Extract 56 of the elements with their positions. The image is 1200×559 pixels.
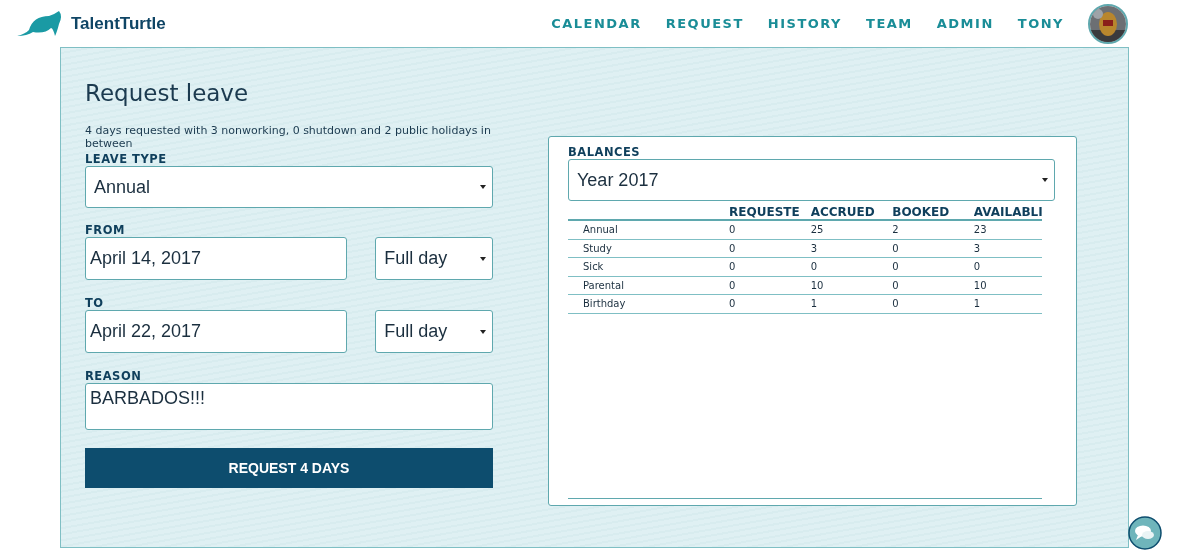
table-cell: 0 [729,276,811,295]
table-cell: 1 [973,294,1042,313]
field-label: REASON [85,369,143,383]
table-cell: 0 [892,294,974,313]
nav-link[interactable]: CALENDAR [551,16,642,31]
column-header: AVAILABLI [973,205,1042,220]
date-field[interactable]: April 22, 2017 [85,310,348,353]
table-cell: 3 [810,239,893,258]
field-label: TO [85,296,105,310]
year-select[interactable]: Year 2017 [568,159,1055,201]
table-cell: 3 [973,239,1042,258]
table-cell: 0 [892,276,974,295]
table-cell: Parental [568,276,730,295]
dropdown-caret-icon [480,185,486,189]
date-field[interactable]: April 14, 2017 [85,237,348,280]
nav-link[interactable]: TEAM [866,16,913,31]
column-header: REQUESTE [729,205,811,220]
table-cell: 1 [810,294,893,313]
table-cell: 0 [729,239,811,258]
table-cell: 0 [973,257,1042,276]
dropdown-caret-icon [480,329,486,334]
field-label: BALANCES [568,145,642,159]
table-cell: 25 [810,220,893,239]
table-cell: 23 [973,220,1042,239]
table-cell: 0 [892,257,974,276]
chat-icon[interactable] [1128,516,1162,550]
table-cell: 0 [810,257,893,276]
table-cell: 0 [729,220,811,239]
nav-link[interactable]: HISTORY [767,16,842,31]
column-header: BOOKED [892,205,974,220]
table-cell: Sick [568,257,730,276]
brand-name: TalentTurtle [71,13,166,34]
request-summary: 4 days requested with 3 nonworking, 0 shutdown and 2 public holidays in between [85,124,492,150]
table-cell: 2 [892,220,974,239]
duration-select[interactable]: Full day [375,310,493,353]
reason-field[interactable]: BARBADOS!!! [85,383,493,430]
table-cell: 0 [729,257,811,276]
nav-link[interactable]: TONY [1017,16,1064,31]
request-button[interactable]: REQUEST 4 DAYS [85,448,493,488]
field-label: LEAVE TYPE [85,152,168,166]
nav-link[interactable]: REQUEST [665,16,744,31]
nav-link[interactable]: ADMIN [936,16,994,31]
table-cell: Study [568,239,730,258]
table-cell: 0 [729,294,811,313]
page-title: Request leave [85,80,250,106]
field-label: FROM [85,223,126,237]
column-header: ACCRUED [810,205,893,220]
dropdown-caret-icon [480,256,486,261]
table-cell: Birthday [568,294,730,313]
dropdown-caret-icon [1042,178,1048,182]
table-cell: 10 [810,276,893,295]
table-cell: Annual [568,220,730,239]
duration-select[interactable]: Full day [375,237,493,280]
table-cell: 10 [973,276,1042,295]
leave-type-select[interactable]: Annual [85,166,493,208]
table-cell: 0 [892,239,974,258]
